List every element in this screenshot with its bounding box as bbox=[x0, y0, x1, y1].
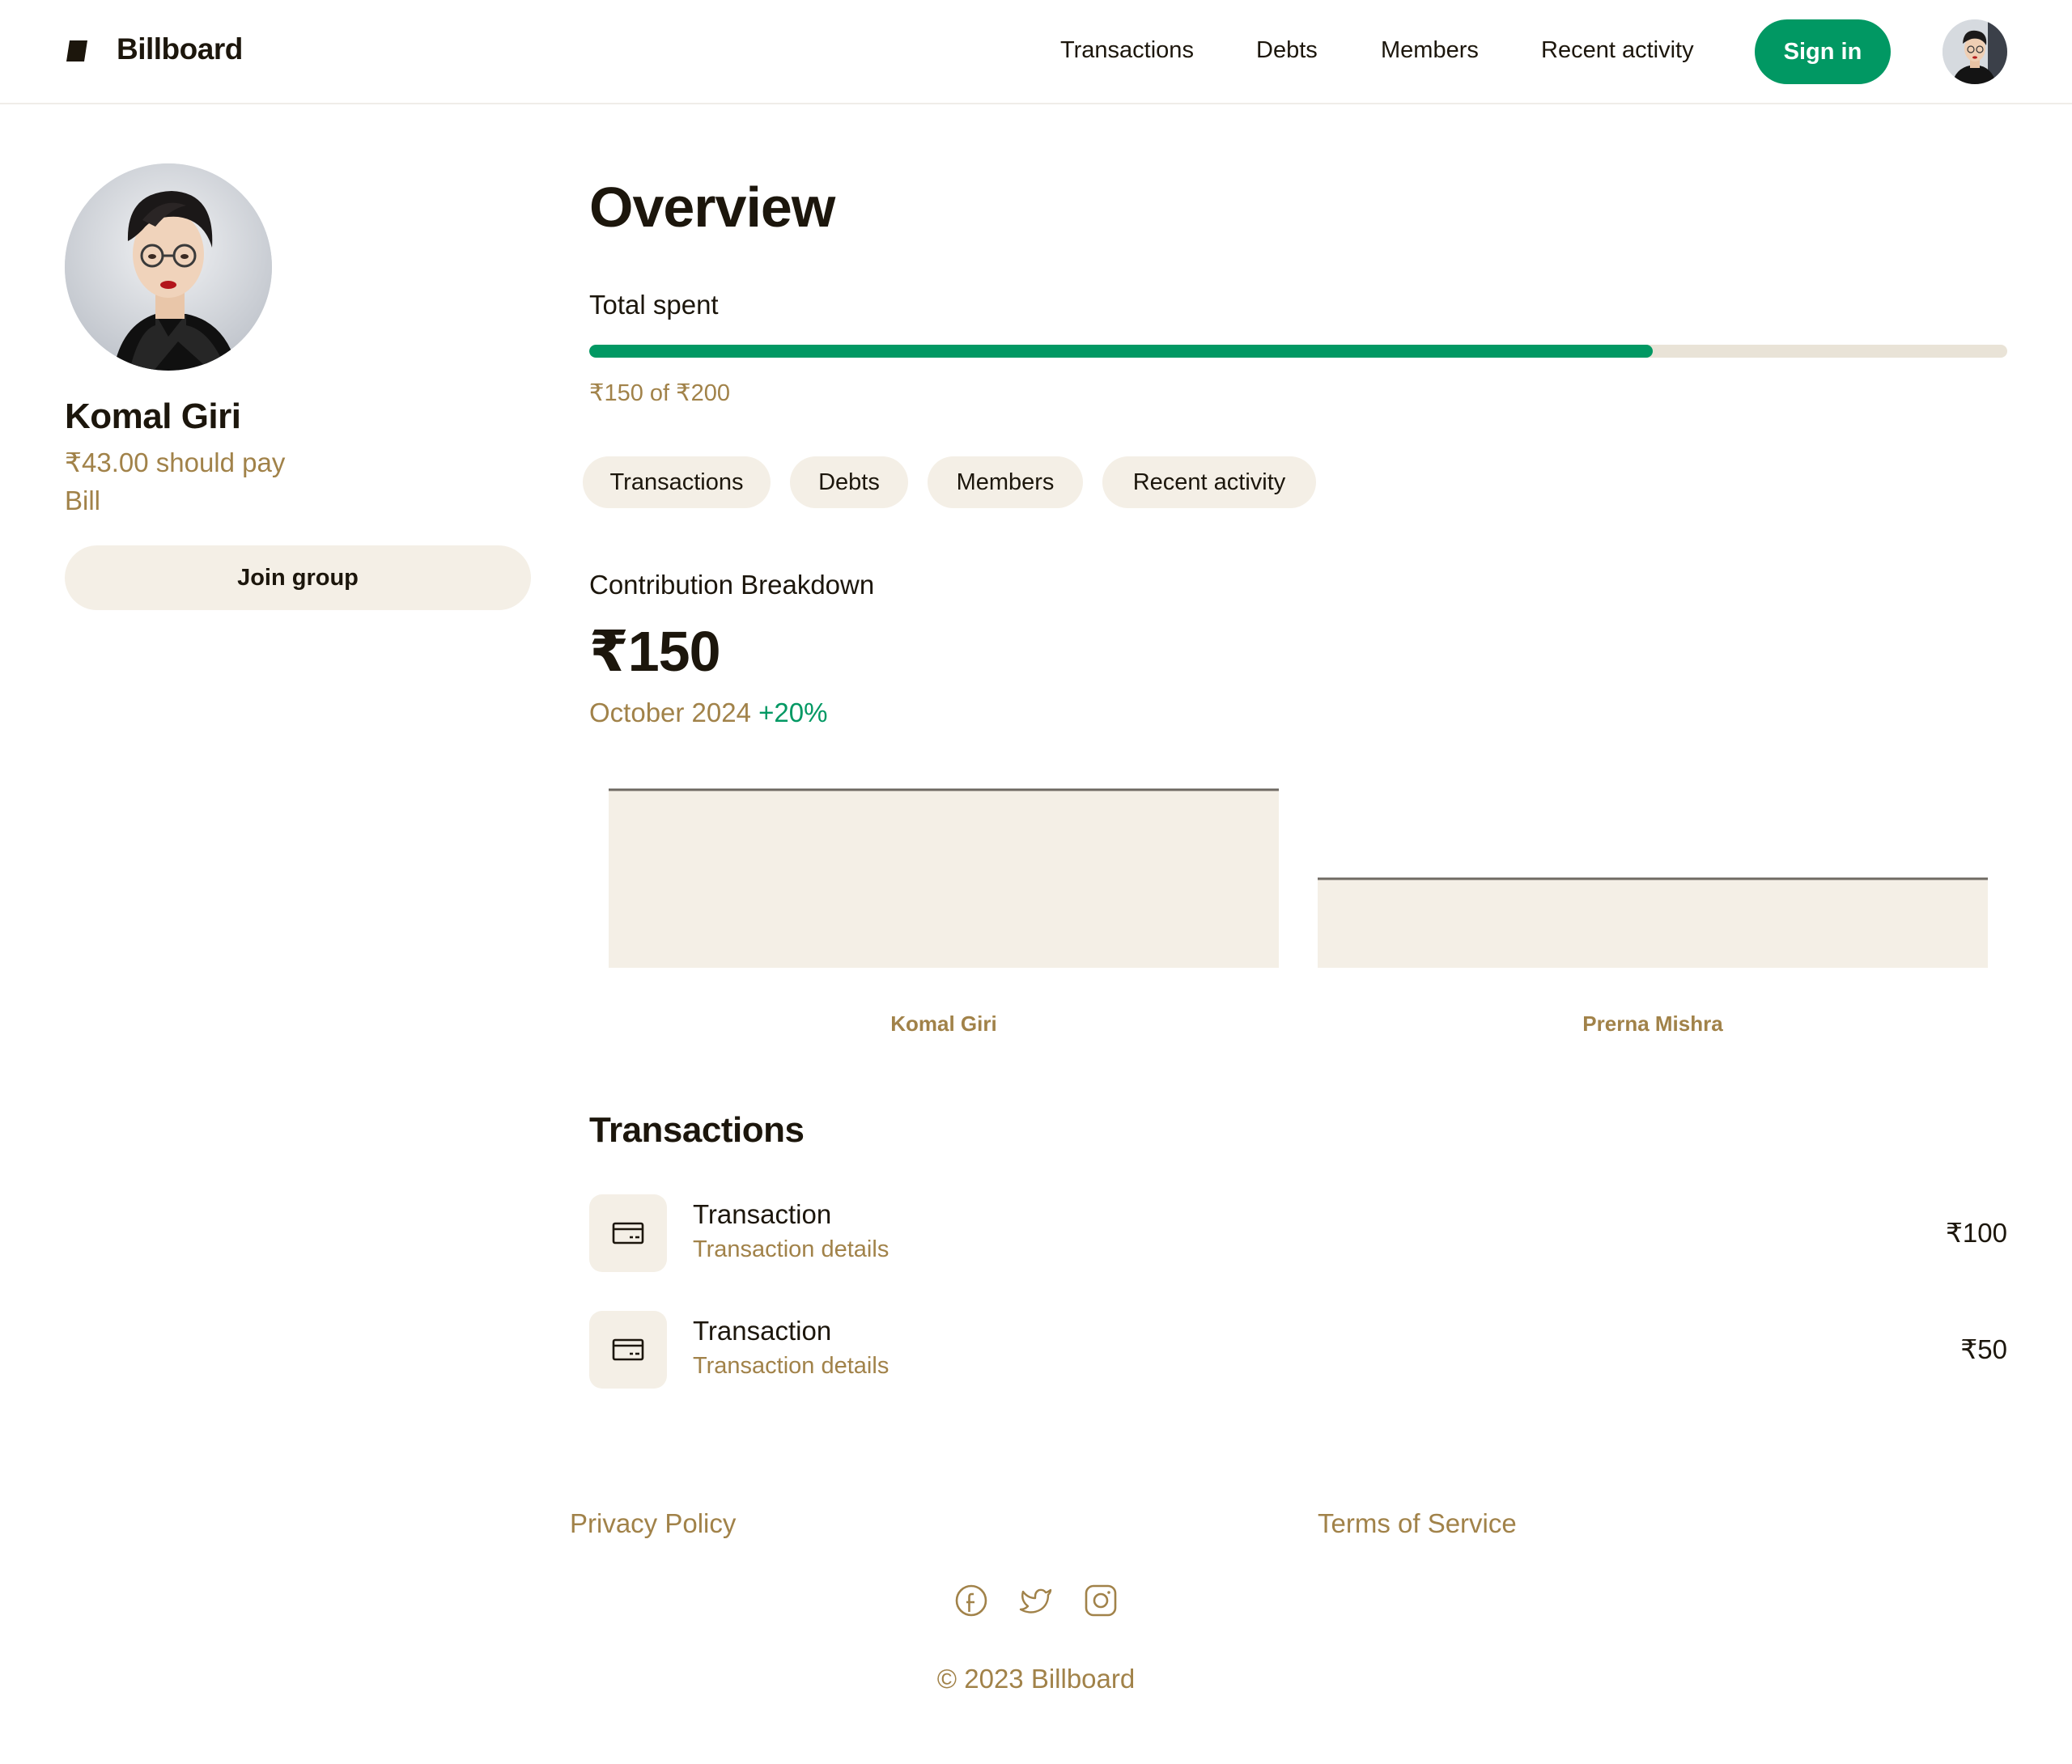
transaction-amount: ₹100 bbox=[1945, 1218, 2007, 1248]
tab-recent-activity[interactable]: Recent activity bbox=[1102, 456, 1316, 508]
bar-category-label: Prerna Mishra bbox=[1582, 1011, 1723, 1036]
bar-category-label: Komal Giri bbox=[890, 1011, 996, 1036]
bar-prerna-mishra bbox=[1318, 879, 1988, 968]
transaction-title: Transaction bbox=[693, 1199, 832, 1229]
nav-transactions[interactable]: Transactions bbox=[1060, 37, 1194, 70]
bar-komal-giri bbox=[609, 790, 1279, 968]
contribution-breakdown-label: Contribution Breakdown bbox=[589, 570, 875, 600]
privacy-policy-link[interactable]: Privacy Policy bbox=[570, 1508, 736, 1539]
profile-avatar bbox=[65, 163, 272, 371]
tab-transactions[interactable]: Transactions bbox=[583, 456, 771, 508]
period-text: October 2024 bbox=[589, 698, 751, 727]
total-spent-progress-bar bbox=[589, 345, 2007, 358]
top-navbar: Billboard Transactions Debts Members Rec… bbox=[0, 0, 2072, 104]
transaction-row[interactable]: Transaction Transaction details ₹100 bbox=[589, 1194, 2007, 1272]
contribution-bar-chart: Komal Giri Prerna Mishra bbox=[609, 788, 1988, 1036]
transaction-title: Transaction bbox=[693, 1316, 832, 1346]
page-title: Overview bbox=[589, 176, 835, 239]
nav-recent-activity[interactable]: Recent activity bbox=[1541, 37, 1694, 70]
transaction-details: Transaction details bbox=[693, 1236, 890, 1262]
nav-debts[interactable]: Debts bbox=[1256, 37, 1318, 70]
profile-amount-owed: ₹43.00 should pay bbox=[65, 447, 286, 477]
credit-card-icon bbox=[589, 1194, 667, 1272]
instagram-icon[interactable] bbox=[1083, 1583, 1119, 1618]
brand-name[interactable]: Billboard bbox=[117, 32, 243, 66]
period-change: +20% bbox=[758, 698, 828, 727]
join-group-button[interactable]: Join group bbox=[65, 545, 531, 610]
contribution-total: ₹150 bbox=[589, 620, 720, 683]
copyright-text: © 2023 Billboard bbox=[936, 1664, 1136, 1694]
tab-members[interactable]: Members bbox=[928, 456, 1083, 508]
terms-of-service-link[interactable]: Terms of Service bbox=[1318, 1508, 1517, 1539]
transaction-details: Transaction details bbox=[693, 1353, 890, 1379]
transactions-heading: Transactions bbox=[589, 1110, 805, 1150]
credit-card-icon bbox=[589, 1311, 667, 1389]
total-spent-label: Total spent bbox=[589, 290, 719, 320]
tab-debts[interactable]: Debts bbox=[790, 456, 908, 508]
total-spent-caption: ₹150 of ₹200 bbox=[589, 380, 730, 406]
billboard-logo-icon bbox=[66, 40, 87, 61]
user-avatar[interactable] bbox=[1942, 19, 2007, 84]
user-avatar-image bbox=[1942, 19, 2007, 84]
profile-group-type: Bill bbox=[65, 486, 101, 515]
profile-photo bbox=[65, 163, 272, 371]
transaction-row[interactable]: Transaction Transaction details ₹50 bbox=[589, 1311, 2007, 1389]
nav-members[interactable]: Members bbox=[1381, 37, 1479, 70]
profile-name: Komal Giri bbox=[65, 396, 241, 436]
twitter-icon[interactable] bbox=[1018, 1583, 1054, 1618]
progress-fill bbox=[589, 345, 1653, 358]
contribution-period: October 2024 +20% bbox=[589, 698, 827, 728]
transaction-amount: ₹50 bbox=[1960, 1334, 2007, 1364]
sign-in-button[interactable]: Sign in bbox=[1755, 19, 1891, 84]
facebook-icon[interactable] bbox=[953, 1583, 989, 1618]
